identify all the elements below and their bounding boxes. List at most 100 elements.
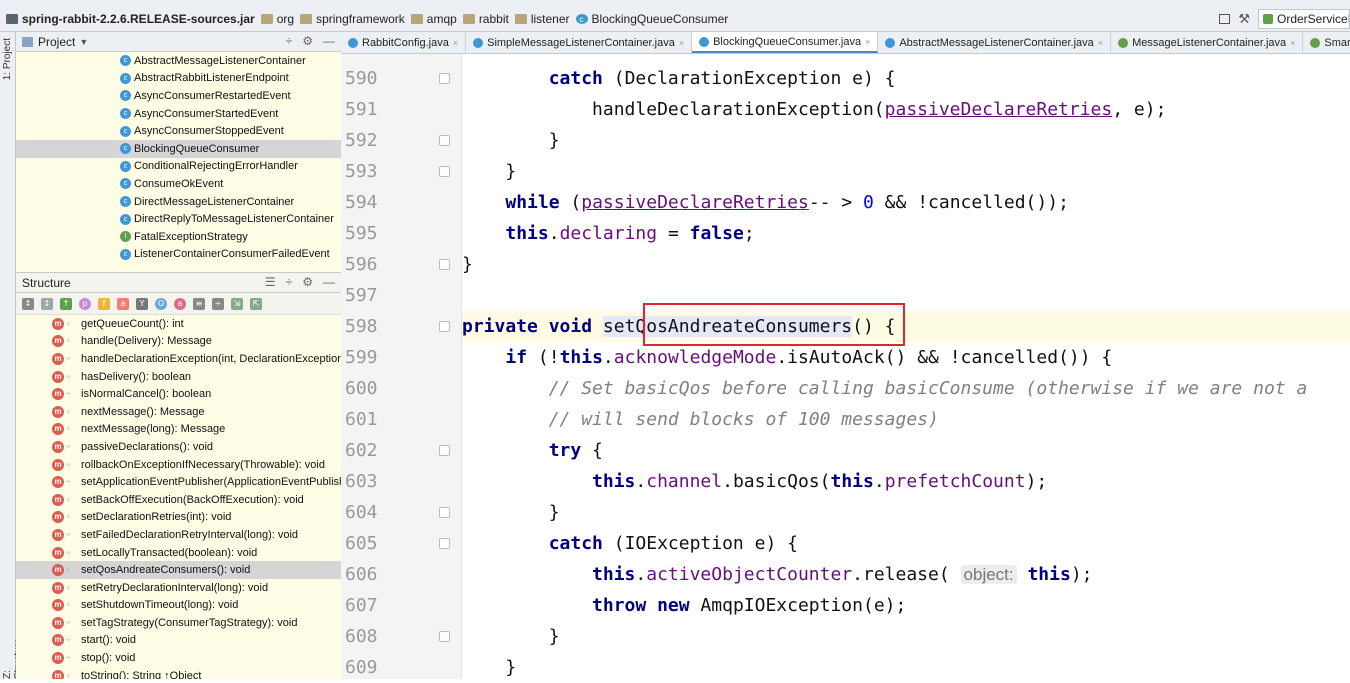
autoscroll-from-source-icon[interactable]: ⇱ [250,297,262,310]
structure-item[interactable]: m ◦ hasDelivery(): boolean [16,368,341,386]
structure-item[interactable]: m ◦ start(): void [16,632,341,650]
structure-item[interactable]: m ◦ handleDeclarationException(int, Declar… [16,350,341,368]
project-tree-item[interactable]: c AsyncConsumerStartedEvent [16,105,341,123]
show-anonymous-icon[interactable]: O [155,297,167,310]
show-lambdas-icon[interactable]: Y [136,297,148,310]
structure-item[interactable]: m ◦ toString(): String ↑Object [16,667,341,679]
project-tree-item[interactable]: c BlockingQueueConsumer [16,139,341,158]
project-tree-item[interactable]: c ListenerContainerConsumerFailedEvent [16,246,341,264]
project-tree-item[interactable]: c DirectMessageListenerContainer [16,193,341,211]
structure-item[interactable]: m ◦ nextMessage(long): Message [16,421,341,439]
structure-item[interactable]: m ◦ passiveDeclarations(): void [16,438,341,456]
fold-marker-icon[interactable] [439,507,450,518]
project-tree-item[interactable]: c ConditionalRejectingErrorHandler [16,158,341,176]
fold-marker-icon[interactable] [439,166,450,177]
project-tree-item[interactable]: I FatalExceptionStrategy [16,228,341,246]
structure-item[interactable]: m ◦ stop(): void [16,649,341,667]
structure-item[interactable]: m ◦ setLocallyTransacted(boolean): void [16,544,341,562]
project-tree-item[interactable]: c AsyncConsumerStoppedEvent [16,122,341,140]
minimize-icon[interactable]: — [323,34,335,48]
breadcrumb-amqp[interactable]: amqp [410,11,457,26]
editor-tab[interactable]: MessageListenerContainer.java × [1111,32,1304,53]
breadcrumb-label: spring-rabbit-2.2.6.RELEASE-sources.jar [22,11,255,26]
method-icon: m [52,669,64,679]
project-tree-item[interactable]: c DirectReplyToMessageListenerContainer [16,210,341,228]
fold-marker-icon[interactable] [439,73,450,84]
collapse-icon[interactable]: ÷ [212,297,224,310]
structure-item[interactable]: m ◦ getQueueCount(): int [16,315,341,333]
editor-tab[interactable]: SmartLi× [1303,32,1350,53]
fold-marker-icon[interactable] [439,135,450,146]
breadcrumb-class[interactable]: c BlockingQueueConsumer [575,12,728,26]
editor-tab[interactable]: SimpleMessageListenerContainer.java × [466,32,693,53]
structure-item-label: setShutdownTimeout(long): void [81,599,239,612]
sort-visibility-icon[interactable]: ↕ [41,297,53,310]
close-icon[interactable]: × [1290,38,1295,48]
close-icon[interactable]: × [865,37,870,47]
gear-icon[interactable]: ⚙ [302,275,313,289]
structure-item[interactable]: m ◦ setApplicationEventPublisher(Applicati… [16,473,341,491]
layout-icon[interactable] [1219,14,1231,24]
show-properties-icon[interactable]: p [79,297,91,310]
show-methods-icon[interactable]: a [174,297,186,310]
expand-all-icon[interactable]: ☰ [265,275,276,289]
visibility-icon: ◦ [67,318,70,328]
structure-item-label: getQueueCount(): int [81,317,184,330]
collapse-icon[interactable]: ÷ [286,34,293,48]
show-inherited-icon[interactable]: ↑ [60,297,72,310]
close-icon[interactable]: × [679,38,684,48]
structure-item[interactable]: m ◦ setShutdownTimeout(long): void [16,597,341,615]
editor-tab[interactable]: AbstractMessageListenerContainer.java × [878,32,1112,53]
structure-item[interactable]: m ◦ handle(Delivery): Message [16,333,341,351]
structure-item[interactable]: m ◦ rollbackOnExceptionIfNecessary(Throwab… [16,456,341,474]
fold-marker-icon[interactable] [439,321,450,332]
code-editor[interactable]: catch (DeclarationException e) { handleD… [462,54,1350,679]
run-config-icon [1263,14,1273,24]
structure-item[interactable]: m ◦ nextMessage(): Message [16,403,341,421]
project-tree-item[interactable]: c AsyncConsumerRestartedEvent [16,87,341,105]
collapse-all-icon[interactable]: ÷ [286,275,293,289]
project-panel-title[interactable]: Project [38,35,75,49]
structure-item[interactable]: m ◦ isNormalCancel(): boolean [16,385,341,403]
breadcrumb-jar[interactable]: spring-rabbit-2.2.6.RELEASE-sources.jar [6,12,255,26]
project-tree-item[interactable]: c AbstractMessageListenerContainer [16,52,341,70]
fold-marker-icon[interactable] [439,538,450,549]
structure-item[interactable]: m ◦ setBackOffExecution(BackOffExecution):… [16,491,341,509]
show-fields-icon[interactable]: f [98,297,110,310]
project-tree-item[interactable]: c AbstractRabbitListenerEndpoint [16,70,341,88]
breadcrumb-listener[interactable]: listener [514,12,570,26]
gear-icon[interactable]: ⚙ [302,34,313,48]
line-number: 590 [345,68,378,89]
sort-alpha-icon[interactable]: ↕ [22,297,34,310]
breadcrumb-rabbit[interactable]: rabbit [462,12,509,26]
structure-item-label: setBackOffExecution(BackOffExecution): v… [81,493,304,506]
chevron-down-icon[interactable]: ▼ [79,37,88,47]
structure-item[interactable]: m ◦ setFailedDeclarationRetryInterval(long… [16,526,341,544]
fold-marker-icon[interactable] [439,631,450,642]
project-tree-item[interactable]: c ConsumeOkEvent [16,175,341,193]
close-icon[interactable]: × [453,38,458,48]
hammer-icon[interactable]: ⚒ [1238,11,1250,27]
editor-tab[interactable]: RabbitConfig.java × [341,32,467,53]
breadcrumb-org[interactable]: org [260,12,294,26]
show-non-public-icon[interactable]: a [117,297,129,310]
structure-item[interactable]: m ◦ setQosAndreateConsumers(): void [16,561,341,579]
structure-item[interactable]: m ◦ setDeclarationRetries(int): void [16,509,341,527]
method-icon: m [52,388,64,401]
line-number: 603 [345,471,378,492]
breadcrumb-label: amqp [426,11,457,26]
structure-item[interactable]: m ◦ setRetryDeclarationInterval(long): voi… [16,579,341,597]
structure-item[interactable]: m ◦ setTagStrategy(ConsumerTagStrategy): v… [16,614,341,632]
project-tool-button[interactable]: 1: Project [2,38,13,80]
autoscroll-to-source-icon[interactable]: ⇲ [231,297,243,310]
minimize-icon[interactable]: — [323,275,335,289]
run-configuration-select[interactable]: OrderServiceM [1258,9,1350,29]
expand-icon[interactable]: ≡ [193,297,205,310]
project-tree: c AbstractMessageListenerContainer c Abstra… [16,52,341,263]
close-icon[interactable]: × [1098,38,1103,48]
fold-marker-icon[interactable] [439,259,450,270]
editor-tab[interactable]: BlockingQueueConsumer.java × [692,32,879,53]
fold-marker-icon[interactable] [439,445,450,456]
class-icon: c [120,160,131,172]
breadcrumb-springframework[interactable]: springframework [300,12,405,26]
